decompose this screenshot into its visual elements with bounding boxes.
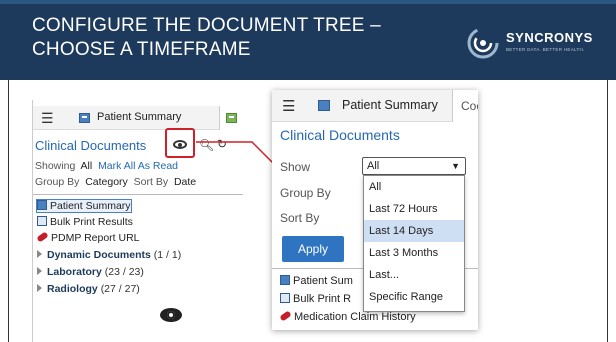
list-item-label: Bulk Print R [293,293,352,305]
list-item-bulk-print[interactable]: Bulk Print R [280,293,351,305]
left-document-tree-panel: ☰ Patient Summary Clinical Documents 🔍︎ … [32,100,243,342]
right-section-title: Clinical Documents [280,127,400,143]
tab-secondary-label: Coc [461,99,478,113]
patient-summary-tab-icon [79,113,90,123]
sort-by-value[interactable]: Date [174,176,196,188]
slide-title-line1: CONFIGURE THE DOCUMENT TREE – [32,15,381,36]
sort-by-label: Sort By [133,176,169,188]
pill-icon [279,310,292,322]
group-by-value[interactable]: Category [85,176,128,188]
hamburger-menu-icon[interactable]: ☰ [282,97,295,115]
large-eye-icon [160,308,182,322]
tab-patient-summary[interactable]: Patient Summary [97,111,181,123]
logo-mark-icon [467,27,499,59]
showing-value[interactable]: All [81,160,93,172]
logo-name: SYNCRONYS [506,30,593,45]
summary-doc-icon [37,200,47,210]
list-item-label: Bulk Print Results [50,216,133,228]
show-select-value: All [367,160,380,172]
group-by-label: Group By [35,176,80,188]
tab-secondary[interactable]: Coc [452,90,478,122]
search-icon[interactable]: 🔍︎ [199,138,214,152]
option-all[interactable]: All [364,176,464,198]
slide-title: CONFIGURE THE DOCUMENT TREE – CHOOSE A T… [32,14,381,62]
list-item-label: PDMP Report URL [51,232,140,244]
folder-count: (23 / 23) [104,266,144,278]
chevron-down-icon: ▼ [451,161,460,171]
left-section-title: Clinical Documents [35,138,147,153]
eye-icon[interactable] [173,140,187,149]
logo-tagline: BETTER DATA. BETTER HEALTH. [506,47,585,52]
folder-name: Radiology [47,283,98,295]
left-divider [33,194,243,195]
list-item-label: Patient Sum [293,275,353,287]
expand-arrow-icon[interactable] [37,284,42,292]
expand-arrow-icon[interactable] [37,250,42,258]
header-accent-bar [0,0,616,4]
list-item-pdmp-report[interactable]: PDMP Report URL [36,231,140,244]
list-item-label: Medication Claim History [294,311,416,323]
option-last-72-hours[interactable]: Last 72 Hours [364,198,464,220]
summary-doc-icon [280,275,290,285]
showing-row: Showing All Mark All As Read [35,160,178,172]
apply-button[interactable]: Apply [282,236,344,262]
folder-name: Dynamic Documents [47,249,151,261]
expand-arrow-icon[interactable] [37,267,42,275]
mark-all-read-link[interactable]: Mark All As Read [98,160,178,172]
folder-count: (1 / 1) [153,249,182,261]
folder-name: Laboratory [47,266,102,278]
list-item-patient-summary[interactable]: Patient Sum [280,275,353,287]
option-last-3-months[interactable]: Last 3 Months [364,242,464,264]
sort-by-label: Sort By [280,211,320,225]
list-item-bulk-print[interactable]: Bulk Print Results [37,216,133,228]
option-last-14-days[interactable]: Last 14 Days [364,220,464,242]
list-item-medication-claim-history[interactable]: Medication Claim History [279,310,416,323]
folder-count: (27 / 27) [100,283,140,295]
show-label: Show [280,160,311,174]
list-item-patient-summary[interactable]: Patient Summary [36,199,132,213]
print-doc-icon [280,293,290,303]
syncronys-logo: SYNCRONYS BETTER DATA. BETTER HEALTH. [466,26,596,60]
tab-secondary[interactable] [219,106,243,130]
option-specific-range[interactable]: Specific Range [364,286,464,308]
folder-dynamic-documents[interactable]: Dynamic Documents (1 / 1) [37,249,181,261]
showing-label: Showing [35,160,76,172]
show-select[interactable]: All ▼ [362,157,466,175]
slide-title-line2: CHOOSE A TIMEFRAME [32,39,251,60]
option-last-custom[interactable]: Last... [364,264,464,286]
show-dropdown-list: All Last 72 Hours Last 14 Days Last 3 Mo… [363,175,465,312]
left-tab-bar: ☰ Patient Summary [33,106,243,130]
hamburger-menu-icon[interactable]: ☰ [41,110,54,127]
pill-icon [36,231,49,243]
secondary-tab-icon [226,113,237,123]
list-item-label: Patient Summary [50,200,131,212]
folder-radiology[interactable]: Radiology (27 / 27) [37,283,140,295]
tab-patient-summary[interactable]: Patient Summary [342,98,438,112]
patient-summary-tab-icon [318,100,330,111]
refresh-icon[interactable]: ↻ [217,137,227,151]
group-sort-row: Group By Category Sort By Date [35,176,196,188]
print-doc-icon [37,216,47,226]
right-tab-bar: ☰ Patient Summary Coc [272,90,478,122]
slide-header: CONFIGURE THE DOCUMENT TREE – CHOOSE A T… [0,0,616,80]
group-by-label: Group By [280,186,331,200]
folder-laboratory[interactable]: Laboratory (23 / 23) [37,266,144,278]
